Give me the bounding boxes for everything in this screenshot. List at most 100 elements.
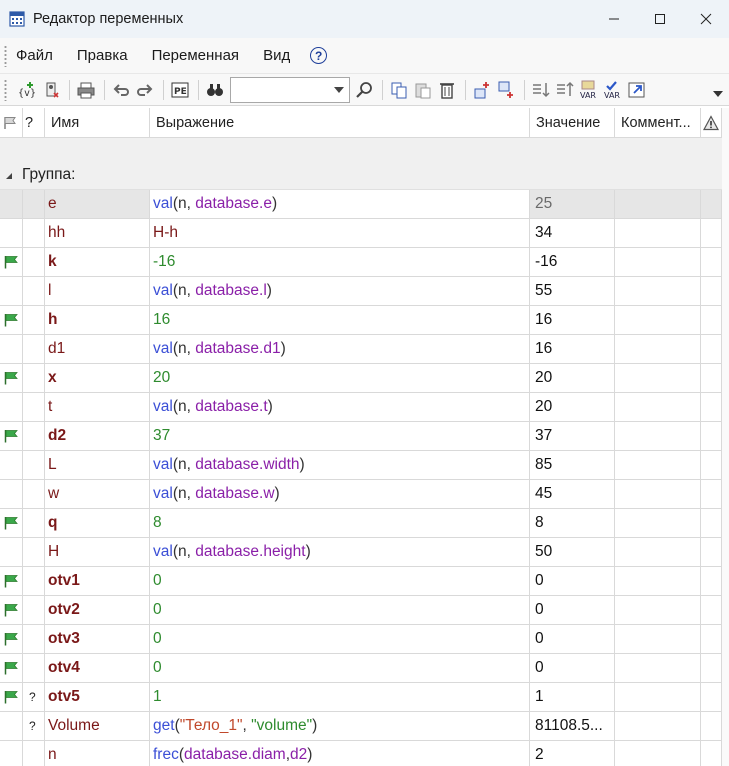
toolbar-grip[interactable]: [4, 78, 7, 101]
flag-cell[interactable]: [0, 364, 23, 392]
q-cell[interactable]: [23, 393, 45, 421]
q-cell[interactable]: [23, 741, 45, 766]
q-cell[interactable]: [23, 306, 45, 334]
table-row[interactable]: otv1 0 0: [0, 567, 722, 596]
comment-cell[interactable]: [615, 480, 701, 508]
name-cell[interactable]: otv2: [45, 596, 150, 624]
flag-cell[interactable]: [0, 393, 23, 421]
search-combo[interactable]: [230, 76, 350, 103]
delete-variable-icon[interactable]: [40, 79, 62, 101]
comment-cell[interactable]: [615, 277, 701, 305]
flag-cell[interactable]: [0, 335, 23, 363]
name-cell[interactable]: hh: [45, 219, 150, 247]
table-row[interactable]: otv4 0 0: [0, 654, 722, 683]
expression-cell[interactable]: val (n, database.t): [150, 393, 530, 421]
undo-icon[interactable]: [110, 79, 132, 101]
menu-edit[interactable]: Правка: [77, 47, 128, 64]
parameters-icon[interactable]: PE: [169, 79, 191, 101]
name-cell[interactable]: otv5: [45, 683, 150, 711]
name-cell[interactable]: L: [45, 451, 150, 479]
vertical-scrollbar[interactable]: [722, 108, 729, 766]
expression-cell[interactable]: 0: [150, 596, 530, 624]
q-cell[interactable]: [23, 509, 45, 537]
flag-cell[interactable]: [0, 654, 23, 682]
chevron-down-icon[interactable]: [334, 86, 344, 93]
q-cell[interactable]: ?: [23, 683, 45, 711]
expression-cell[interactable]: 1: [150, 683, 530, 711]
close-button[interactable]: [683, 0, 729, 38]
expression-cell[interactable]: val (n, database.w): [150, 480, 530, 508]
comment-cell[interactable]: [615, 364, 701, 392]
header-value[interactable]: Значение: [530, 108, 615, 137]
header-flag[interactable]: [0, 108, 23, 137]
q-cell[interactable]: [23, 190, 45, 218]
name-cell[interactable]: d2: [45, 422, 150, 450]
var-check-icon[interactable]: VAR: [602, 79, 624, 101]
name-cell[interactable]: q: [45, 509, 150, 537]
menu-grip[interactable]: [4, 44, 7, 67]
flag-cell[interactable]: [0, 306, 23, 334]
var-icon[interactable]: VAR: [578, 79, 600, 101]
menu-view[interactable]: Вид: [263, 47, 290, 64]
table-row[interactable]: x 20 20: [0, 364, 722, 393]
find-icon[interactable]: [204, 79, 226, 101]
minimize-button[interactable]: [591, 0, 637, 38]
table-row[interactable]: hh H-h 34: [0, 219, 722, 248]
comment-cell[interactable]: [615, 393, 701, 421]
flag-cell[interactable]: [0, 567, 23, 595]
expression-cell[interactable]: val (n, database.l): [150, 277, 530, 305]
comment-cell[interactable]: [615, 712, 701, 740]
help-icon[interactable]: ?: [310, 47, 328, 64]
print-icon[interactable]: [75, 79, 97, 101]
table-row[interactable]: t val (n, database.t) 20: [0, 393, 722, 422]
q-cell[interactable]: [23, 219, 45, 247]
name-cell[interactable]: x: [45, 364, 150, 392]
expression-cell[interactable]: -16: [150, 248, 530, 276]
comment-cell[interactable]: [615, 683, 701, 711]
header-q[interactable]: ?: [23, 108, 45, 137]
expression-cell[interactable]: frec(database.diam, d2): [150, 741, 530, 766]
q-cell[interactable]: [23, 625, 45, 653]
flag-cell[interactable]: [0, 451, 23, 479]
name-cell[interactable]: k: [45, 248, 150, 276]
redo-icon[interactable]: [134, 79, 156, 101]
flag-cell[interactable]: [0, 712, 23, 740]
comment-cell[interactable]: [615, 596, 701, 624]
add-variable-icon[interactable]: {v}: [16, 79, 38, 101]
q-cell[interactable]: [23, 596, 45, 624]
table-row[interactable]: q88: [0, 509, 722, 538]
flag-cell[interactable]: [0, 480, 23, 508]
name-cell[interactable]: l: [45, 277, 150, 305]
table-row[interactable]: e val (n, database.e) 25: [0, 190, 722, 219]
table-row[interactable]: Hval (n, database.height) 50: [0, 538, 722, 567]
expression-cell[interactable]: get("Тело_1", "volume"): [150, 712, 530, 740]
name-cell[interactable]: otv3: [45, 625, 150, 653]
name-cell[interactable]: n: [45, 741, 150, 766]
flag-cell[interactable]: [0, 277, 23, 305]
flag-cell[interactable]: [0, 190, 23, 218]
comment-cell[interactable]: [615, 422, 701, 450]
search-go-icon[interactable]: [353, 79, 375, 101]
copy-icon[interactable]: [388, 79, 410, 101]
q-cell[interactable]: [23, 451, 45, 479]
table-row[interactable]: otv3 0 0: [0, 625, 722, 654]
expression-cell[interactable]: val (n, database.e): [150, 190, 530, 218]
q-cell[interactable]: [23, 335, 45, 363]
expression-cell[interactable]: val (n, database.height): [150, 538, 530, 566]
expression-cell[interactable]: 20: [150, 364, 530, 392]
flag-cell[interactable]: [0, 248, 23, 276]
table-row[interactable]: otv2 0 0: [0, 596, 722, 625]
name-cell[interactable]: e: [45, 190, 150, 218]
flag-cell[interactable]: [0, 422, 23, 450]
expression-cell[interactable]: 0: [150, 567, 530, 595]
table-row[interactable]: ? otv5 1 1: [0, 683, 722, 712]
table-row[interactable]: w val (n, database.w) 45: [0, 480, 722, 509]
q-cell[interactable]: [23, 364, 45, 392]
q-cell[interactable]: [23, 654, 45, 682]
flag-cell[interactable]: [0, 596, 23, 624]
external-link-icon[interactable]: [626, 79, 648, 101]
q-cell[interactable]: [23, 248, 45, 276]
expression-cell[interactable]: 0: [150, 654, 530, 682]
header-expression[interactable]: Выражение: [150, 108, 530, 137]
comment-cell[interactable]: [615, 509, 701, 537]
